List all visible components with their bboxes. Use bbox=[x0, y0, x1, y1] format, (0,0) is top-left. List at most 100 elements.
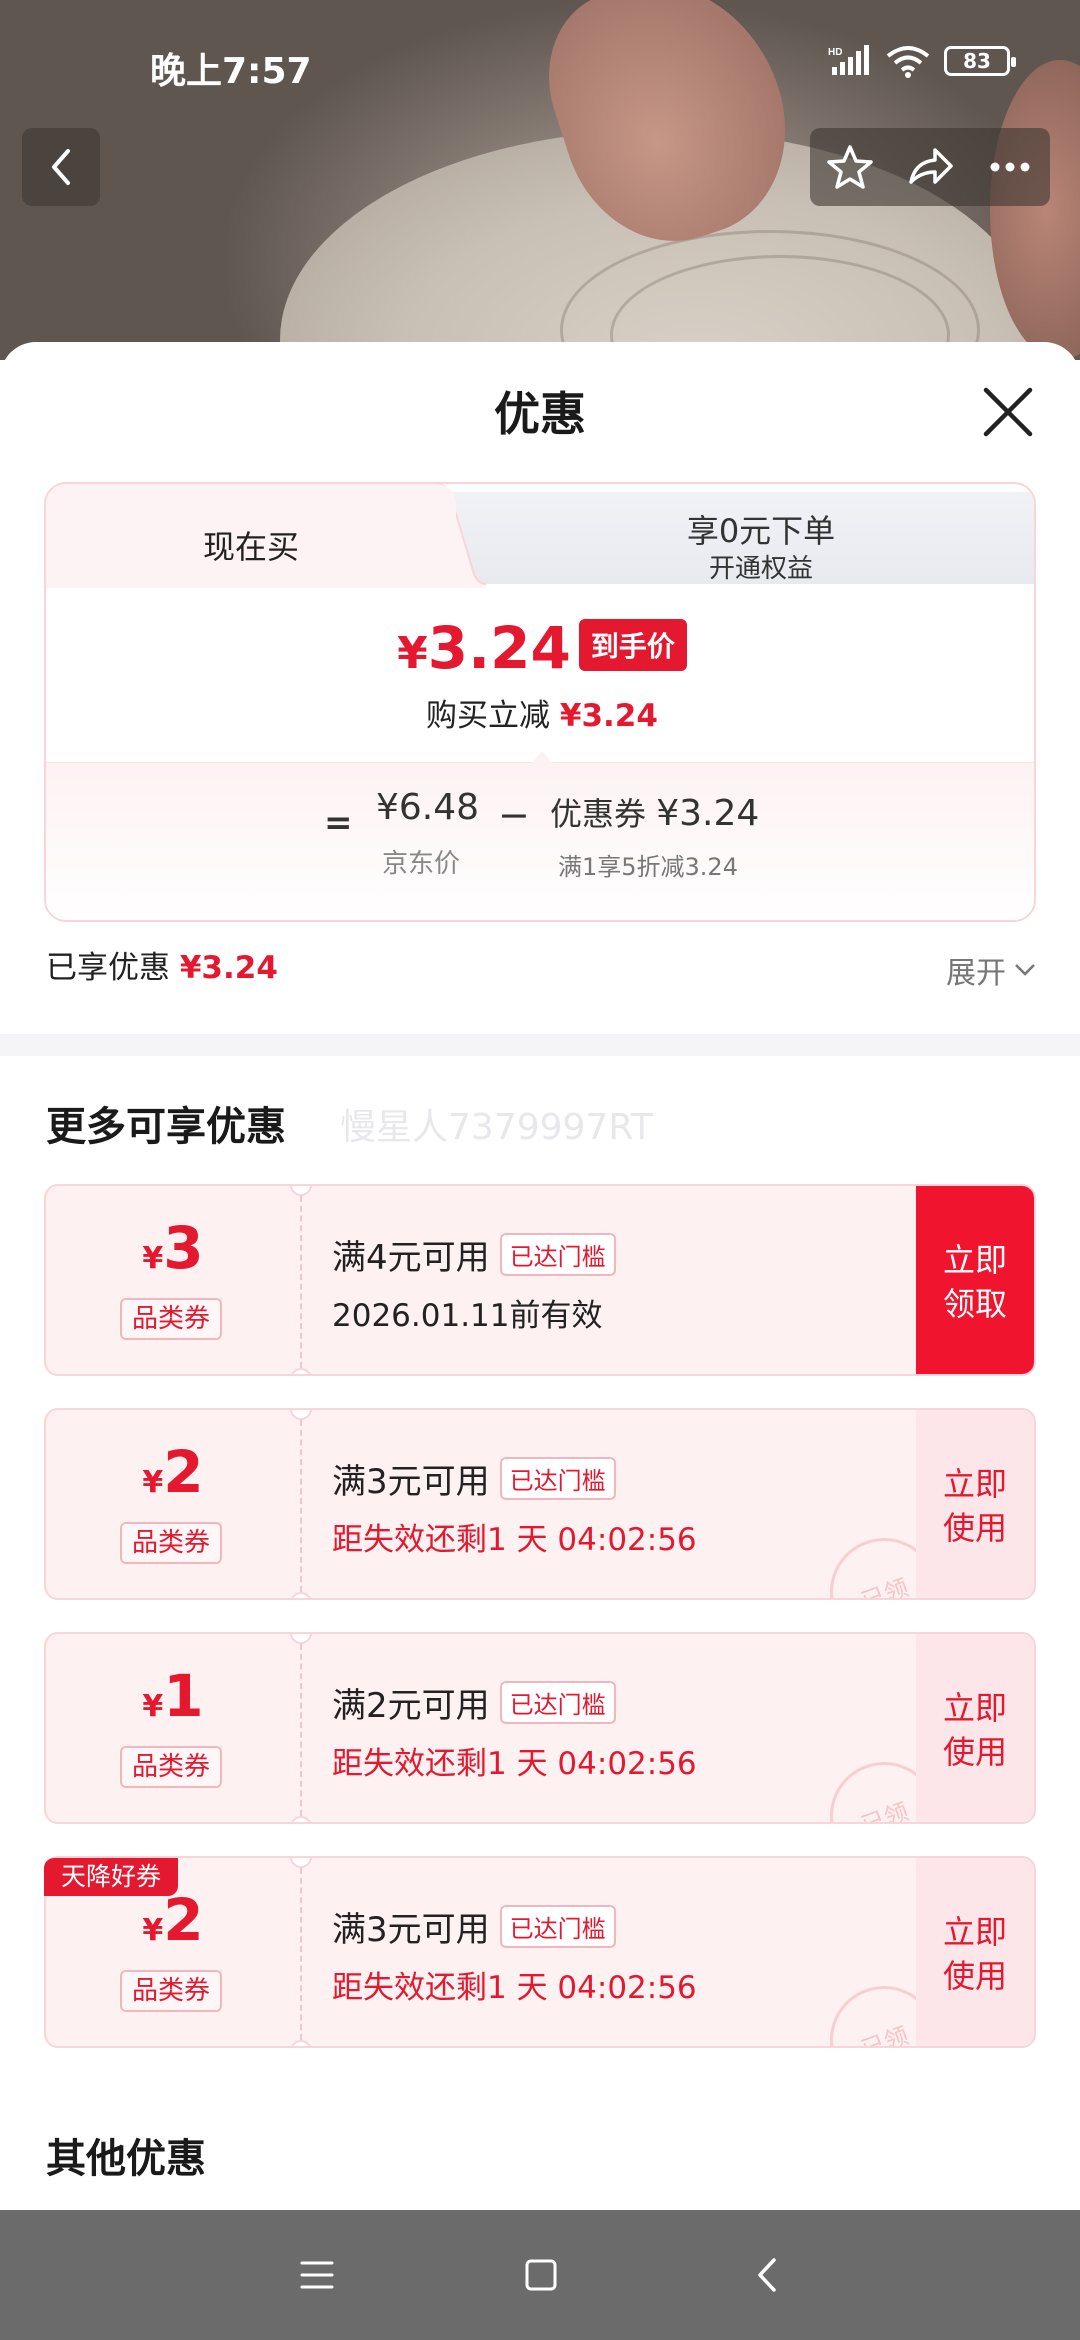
jd-price-label: 京东价 bbox=[382, 849, 461, 879]
tab-zero-order-label: 享0元下单 bbox=[686, 512, 836, 550]
coupon-card: ¥3 品类券 满4元可用 已达门槛 2026.01.11前有效 立即 领取 bbox=[44, 1184, 1036, 1376]
jd-price: ¥6.48 bbox=[376, 787, 480, 828]
coupon-value: 3 bbox=[163, 1214, 204, 1282]
coupon-condition: 满4元可用 已达门槛 bbox=[332, 1230, 616, 1279]
coupon-type: 品类券 bbox=[120, 1746, 222, 1788]
coupon-deduction-desc: 满1享5折减3.24 bbox=[558, 853, 738, 881]
final-price-tag: 到手价 bbox=[578, 619, 687, 671]
final-price-value: 3.24 bbox=[427, 614, 571, 682]
section-divider bbox=[0, 1034, 1080, 1056]
coupon-countdown: 距失效还剩1 天 04:02:56 bbox=[332, 1746, 697, 1782]
home-icon[interactable] bbox=[524, 2258, 558, 2292]
reduce-amount: ¥3.24 bbox=[559, 698, 658, 734]
coupon-currency: ¥ bbox=[142, 1241, 164, 1276]
threshold-badge: 已达门槛 bbox=[499, 1457, 616, 1500]
use-coupon-button[interactable]: 立即 使用 bbox=[916, 1858, 1034, 2046]
more-discounts-title: 更多可享优惠 bbox=[46, 1104, 286, 1150]
tab-zero-order-sublabel: 开通权益 bbox=[708, 554, 813, 584]
battery-icon: 83 bbox=[944, 46, 1016, 76]
coupon-condition-text: 满3元可用 bbox=[332, 1462, 490, 1502]
coupon-card: ¥2 品类券 满3元可用 已达门槛 距失效还剩1 天 04:02:56 已领 立… bbox=[44, 1856, 1036, 2048]
top-action-group bbox=[810, 128, 1050, 206]
final-price: ¥3.24 到手价 bbox=[46, 614, 1034, 682]
coupon-value: 1 bbox=[163, 1662, 204, 1730]
coupon-currency: ¥ bbox=[142, 1913, 164, 1948]
claim-coupon-button[interactable]: 立即 领取 bbox=[916, 1186, 1034, 1374]
breakdown-pointer bbox=[530, 751, 554, 765]
threshold-badge: 已达门槛 bbox=[499, 1905, 616, 1948]
share-icon[interactable] bbox=[905, 142, 955, 192]
coupon-amount: ¥2 bbox=[46, 1438, 300, 1506]
enjoyed-label: 已享优惠 bbox=[46, 950, 170, 986]
watermark: 慢星人7379997RT bbox=[340, 1107, 653, 1148]
status-bar: 晚上7:57 HD 83 bbox=[0, 0, 1080, 120]
coupon-value-area: ¥3 品类券 bbox=[46, 1186, 300, 1374]
signal-icon: HD bbox=[828, 45, 869, 75]
back-icon bbox=[52, 149, 70, 185]
purchase-tabs: 现在买 享0元下单 开通权益 bbox=[46, 484, 1034, 588]
price-card: 现在买 享0元下单 开通权益 ¥3.24 到手价 购买立减 ¥3.24 = ¥6.… bbox=[44, 482, 1036, 922]
coupon-condition-text: 满3元可用 bbox=[332, 1910, 490, 1950]
coupon-separator bbox=[300, 1196, 302, 1368]
coupon-type: 品类券 bbox=[120, 1970, 222, 2012]
equals-sign: = bbox=[324, 803, 353, 843]
reduce-line: 购买立减 ¥3.24 bbox=[46, 690, 1034, 735]
final-price-currency: ¥ bbox=[397, 628, 428, 679]
coupon-condition: 满3元可用 已达门槛 bbox=[332, 1902, 616, 1951]
coupon-card: ¥1 品类券 满2元可用 已达门槛 距失效还剩1 天 04:02:56 已领 立… bbox=[44, 1632, 1036, 1824]
svg-text:HD: HD bbox=[828, 47, 842, 58]
use-coupon-button[interactable]: 立即 使用 bbox=[916, 1634, 1034, 1822]
use-coupon-button[interactable]: 立即 使用 bbox=[916, 1410, 1034, 1598]
coupon-currency: ¥ bbox=[142, 1465, 164, 1500]
minus-sign: − bbox=[498, 793, 530, 837]
status-icons: HD 83 bbox=[828, 44, 1016, 78]
coupon-deduction-value: ¥3.24 bbox=[656, 793, 760, 834]
menu-icon[interactable] bbox=[300, 2258, 334, 2292]
system-nav-bar bbox=[0, 2210, 1080, 2340]
coupon-separator bbox=[300, 1868, 302, 2040]
threshold-badge: 已达门槛 bbox=[499, 1233, 616, 1276]
wifi-icon bbox=[886, 46, 930, 78]
coupon-amount: ¥2 bbox=[46, 1886, 300, 1954]
star-icon[interactable] bbox=[825, 142, 875, 192]
coupon-type: 品类券 bbox=[120, 1298, 222, 1340]
expand-button[interactable]: 展开 bbox=[946, 948, 1036, 992]
coupon-amount: ¥3 bbox=[46, 1214, 300, 1282]
coupon-condition-text: 满2元可用 bbox=[332, 1686, 490, 1726]
back-button[interactable] bbox=[22, 128, 100, 206]
sheet-title: 优惠 bbox=[494, 387, 586, 441]
status-time: 晚上7:57 bbox=[150, 51, 312, 92]
coupon-condition-text: 满4元可用 bbox=[332, 1238, 490, 1278]
enjoyed-discount: 已享优惠 ¥3.24 bbox=[46, 942, 278, 987]
coupon-amount: ¥1 bbox=[46, 1662, 300, 1730]
chevron-down-icon bbox=[1015, 964, 1035, 976]
enjoyed-amount: ¥3.24 bbox=[179, 950, 278, 986]
coupon-value: 2 bbox=[163, 1886, 204, 1954]
coupon-deduction-label: 优惠券 bbox=[550, 795, 647, 833]
close-icon[interactable] bbox=[980, 384, 1036, 440]
coupon-value-area: ¥1 品类券 bbox=[46, 1634, 300, 1822]
coupon-countdown: 距失效还剩1 天 04:02:56 bbox=[332, 1970, 697, 2006]
nav-back-icon[interactable] bbox=[754, 2256, 780, 2294]
coupon-condition: 满3元可用 已达门槛 bbox=[332, 1454, 616, 1503]
reduce-label: 购买立减 bbox=[426, 698, 551, 734]
price-breakdown: = ¥6.48 京东价 − 优惠券 ¥3.24 满1享5折减3.24 bbox=[46, 751, 1034, 920]
coupon-value-area: ¥2 品类券 bbox=[46, 1410, 300, 1598]
coupon-deduction: 优惠券 ¥3.24 bbox=[550, 789, 759, 835]
coupon-card: ¥2 品类券 满3元可用 已达门槛 距失效还剩1 天 04:02:56 已领 立… bbox=[44, 1408, 1036, 1600]
coupon-validity: 2026.01.11前有效 bbox=[332, 1298, 603, 1334]
coupon-countdown: 距失效还剩1 天 04:02:56 bbox=[332, 1522, 697, 1558]
coupon-condition: 满2元可用 已达门槛 bbox=[332, 1678, 616, 1727]
coupon-separator bbox=[300, 1420, 302, 1592]
coupon-value: 2 bbox=[163, 1438, 204, 1506]
coupon-type: 品类券 bbox=[120, 1522, 222, 1564]
more-icon[interactable] bbox=[985, 142, 1035, 192]
tab-buy-now-label: 现在买 bbox=[202, 528, 299, 566]
lucky-coupon-tag: 天降好券 bbox=[44, 1858, 178, 1896]
threshold-badge: 已达门槛 bbox=[499, 1681, 616, 1724]
coupon-separator bbox=[300, 1644, 302, 1816]
discount-sheet: 优惠 现在买 享0元下单 开通权益 ¥3.24 到手价 购买立减 ¥3.24 =… bbox=[0, 342, 1080, 2210]
expand-label: 展开 bbox=[946, 956, 1006, 991]
other-discounts-title: 其他优惠 bbox=[46, 2136, 206, 2182]
coupon-currency: ¥ bbox=[142, 1689, 164, 1724]
